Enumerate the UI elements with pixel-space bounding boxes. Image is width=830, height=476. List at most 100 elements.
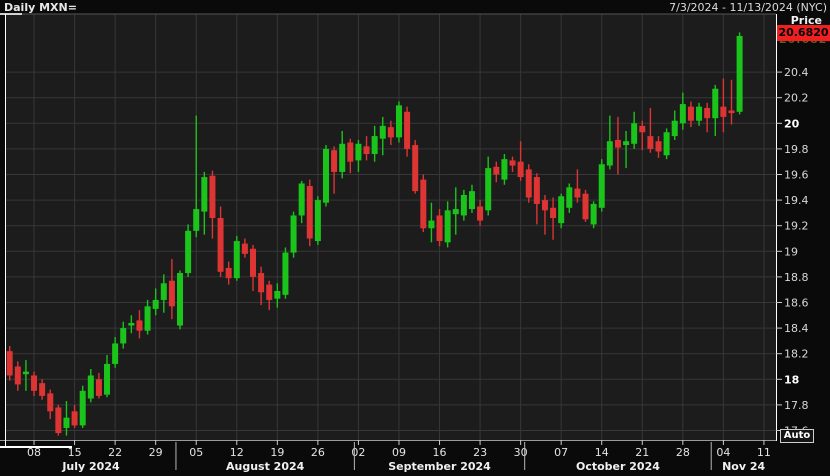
candle-body <box>63 418 69 428</box>
candle-body <box>136 320 142 330</box>
candle-body <box>31 375 37 390</box>
candle-body <box>307 186 313 238</box>
x-axis-day-label: 08 <box>27 446 41 459</box>
candle-body <box>258 273 264 292</box>
y-axis-tick-label: 19.8 <box>784 143 809 156</box>
x-axis-day-label: 15 <box>68 446 82 459</box>
candle-body <box>347 143 353 162</box>
x-axis-day-label: 21 <box>635 446 649 459</box>
candle-body <box>728 111 734 114</box>
candle-body <box>355 144 361 161</box>
y-axis-tick-label: 18.4 <box>784 322 809 335</box>
candle-body <box>664 132 670 155</box>
candle-body <box>339 144 345 172</box>
candle-body <box>145 306 151 330</box>
candle-body <box>291 215 297 252</box>
x-axis-day-label: 09 <box>392 446 406 459</box>
candle-body <box>704 108 710 118</box>
candle-body <box>607 141 613 165</box>
x-axis-day-label: 28 <box>676 446 690 459</box>
candle-body <box>615 140 621 148</box>
candle-body <box>396 105 402 137</box>
candle-body <box>299 183 305 215</box>
candle-body <box>712 89 718 118</box>
candle-body <box>209 176 215 218</box>
candle-body <box>15 367 21 385</box>
candle-body <box>696 107 702 121</box>
candle-body <box>510 160 516 165</box>
candle-body <box>404 112 410 149</box>
last-price-badge: 20.6820 <box>777 25 830 41</box>
x-axis-day-label: 19 <box>270 446 284 459</box>
candle-body <box>461 195 467 215</box>
candle-body <box>631 123 637 143</box>
candle-body <box>47 393 53 411</box>
candle-body <box>177 273 183 325</box>
month-label: September 2024 <box>388 460 491 473</box>
x-axis-day-label: 11 <box>757 446 771 459</box>
candle-body <box>104 364 110 395</box>
x-axis-day-label: 26 <box>311 446 325 459</box>
candle-body <box>372 136 378 154</box>
candle-body <box>501 159 507 179</box>
month-label: August 2024 <box>226 460 305 473</box>
x-axis-day-label: 14 <box>595 446 609 459</box>
x-axis-day-label: 29 <box>149 446 163 459</box>
candle-body <box>388 127 394 137</box>
y-axis-tick-label: 19 <box>784 245 798 258</box>
chart-date-range: 7/3/2024 - 11/13/2024 (NYC) <box>669 1 827 14</box>
y-axis-tick-label: 17.8 <box>784 399 809 412</box>
candle-body <box>128 323 134 326</box>
y-axis-tick-label: 19.2 <box>784 220 809 233</box>
y-axis-tick-label: 20 <box>784 117 800 130</box>
candle-body <box>680 104 686 123</box>
x-axis-day-label: 16 <box>433 446 447 459</box>
auto-scale-button[interactable]: Auto <box>780 429 814 443</box>
candle-body <box>542 200 548 210</box>
candle-body <box>720 107 726 117</box>
x-axis-day-label: 04 <box>716 446 730 459</box>
candle-body <box>558 196 564 223</box>
plot-background <box>6 14 776 440</box>
chart-window: 20.420.22019.819.619.419.21918.818.618.4… <box>0 0 830 476</box>
candle-body <box>7 351 13 375</box>
candle-body <box>120 328 126 343</box>
candle-body <box>453 209 459 214</box>
candle-body <box>574 189 580 198</box>
y-axis-tick-label: 18.6 <box>784 297 809 310</box>
x-axis-day-label: 07 <box>554 446 568 459</box>
candle-body <box>226 268 232 278</box>
candle-body <box>185 231 191 273</box>
candle-body <box>591 204 597 224</box>
x-axis-day-label: 02 <box>351 446 365 459</box>
candle-body <box>534 177 540 204</box>
candle-body <box>485 168 491 210</box>
y-axis-tick-label: 18.8 <box>784 271 809 284</box>
candle-body <box>274 291 280 299</box>
y-axis-tick-label: 20.2 <box>784 92 809 105</box>
candle-body <box>112 343 118 363</box>
candle-body <box>364 146 370 154</box>
candle-body <box>656 141 662 151</box>
candle-body <box>331 150 337 172</box>
x-axis-day-label: 05 <box>189 446 203 459</box>
candlestick-chart[interactable]: 20.420.22019.819.619.419.21918.818.618.4… <box>0 0 830 476</box>
candle-body <box>242 244 248 254</box>
candle-body <box>282 253 288 295</box>
candle-body <box>80 391 86 426</box>
month-label: Nov 24 <box>722 460 765 473</box>
candle-body <box>526 169 532 197</box>
candle-body <box>169 281 175 307</box>
candle-body <box>688 107 694 121</box>
y-axis-tick-label: 18.2 <box>784 348 809 361</box>
candle-body <box>23 372 29 375</box>
candle-body <box>153 300 159 309</box>
candle-body <box>193 209 199 231</box>
chart-title: Daily MXN= <box>4 1 77 14</box>
candle-body <box>266 285 272 300</box>
y-axis-tick-label: 19.4 <box>784 194 809 207</box>
candle-body <box>420 180 426 229</box>
candle-body <box>428 221 434 229</box>
candle-body <box>323 149 329 203</box>
y-axis-tick-label: 18 <box>784 373 799 386</box>
